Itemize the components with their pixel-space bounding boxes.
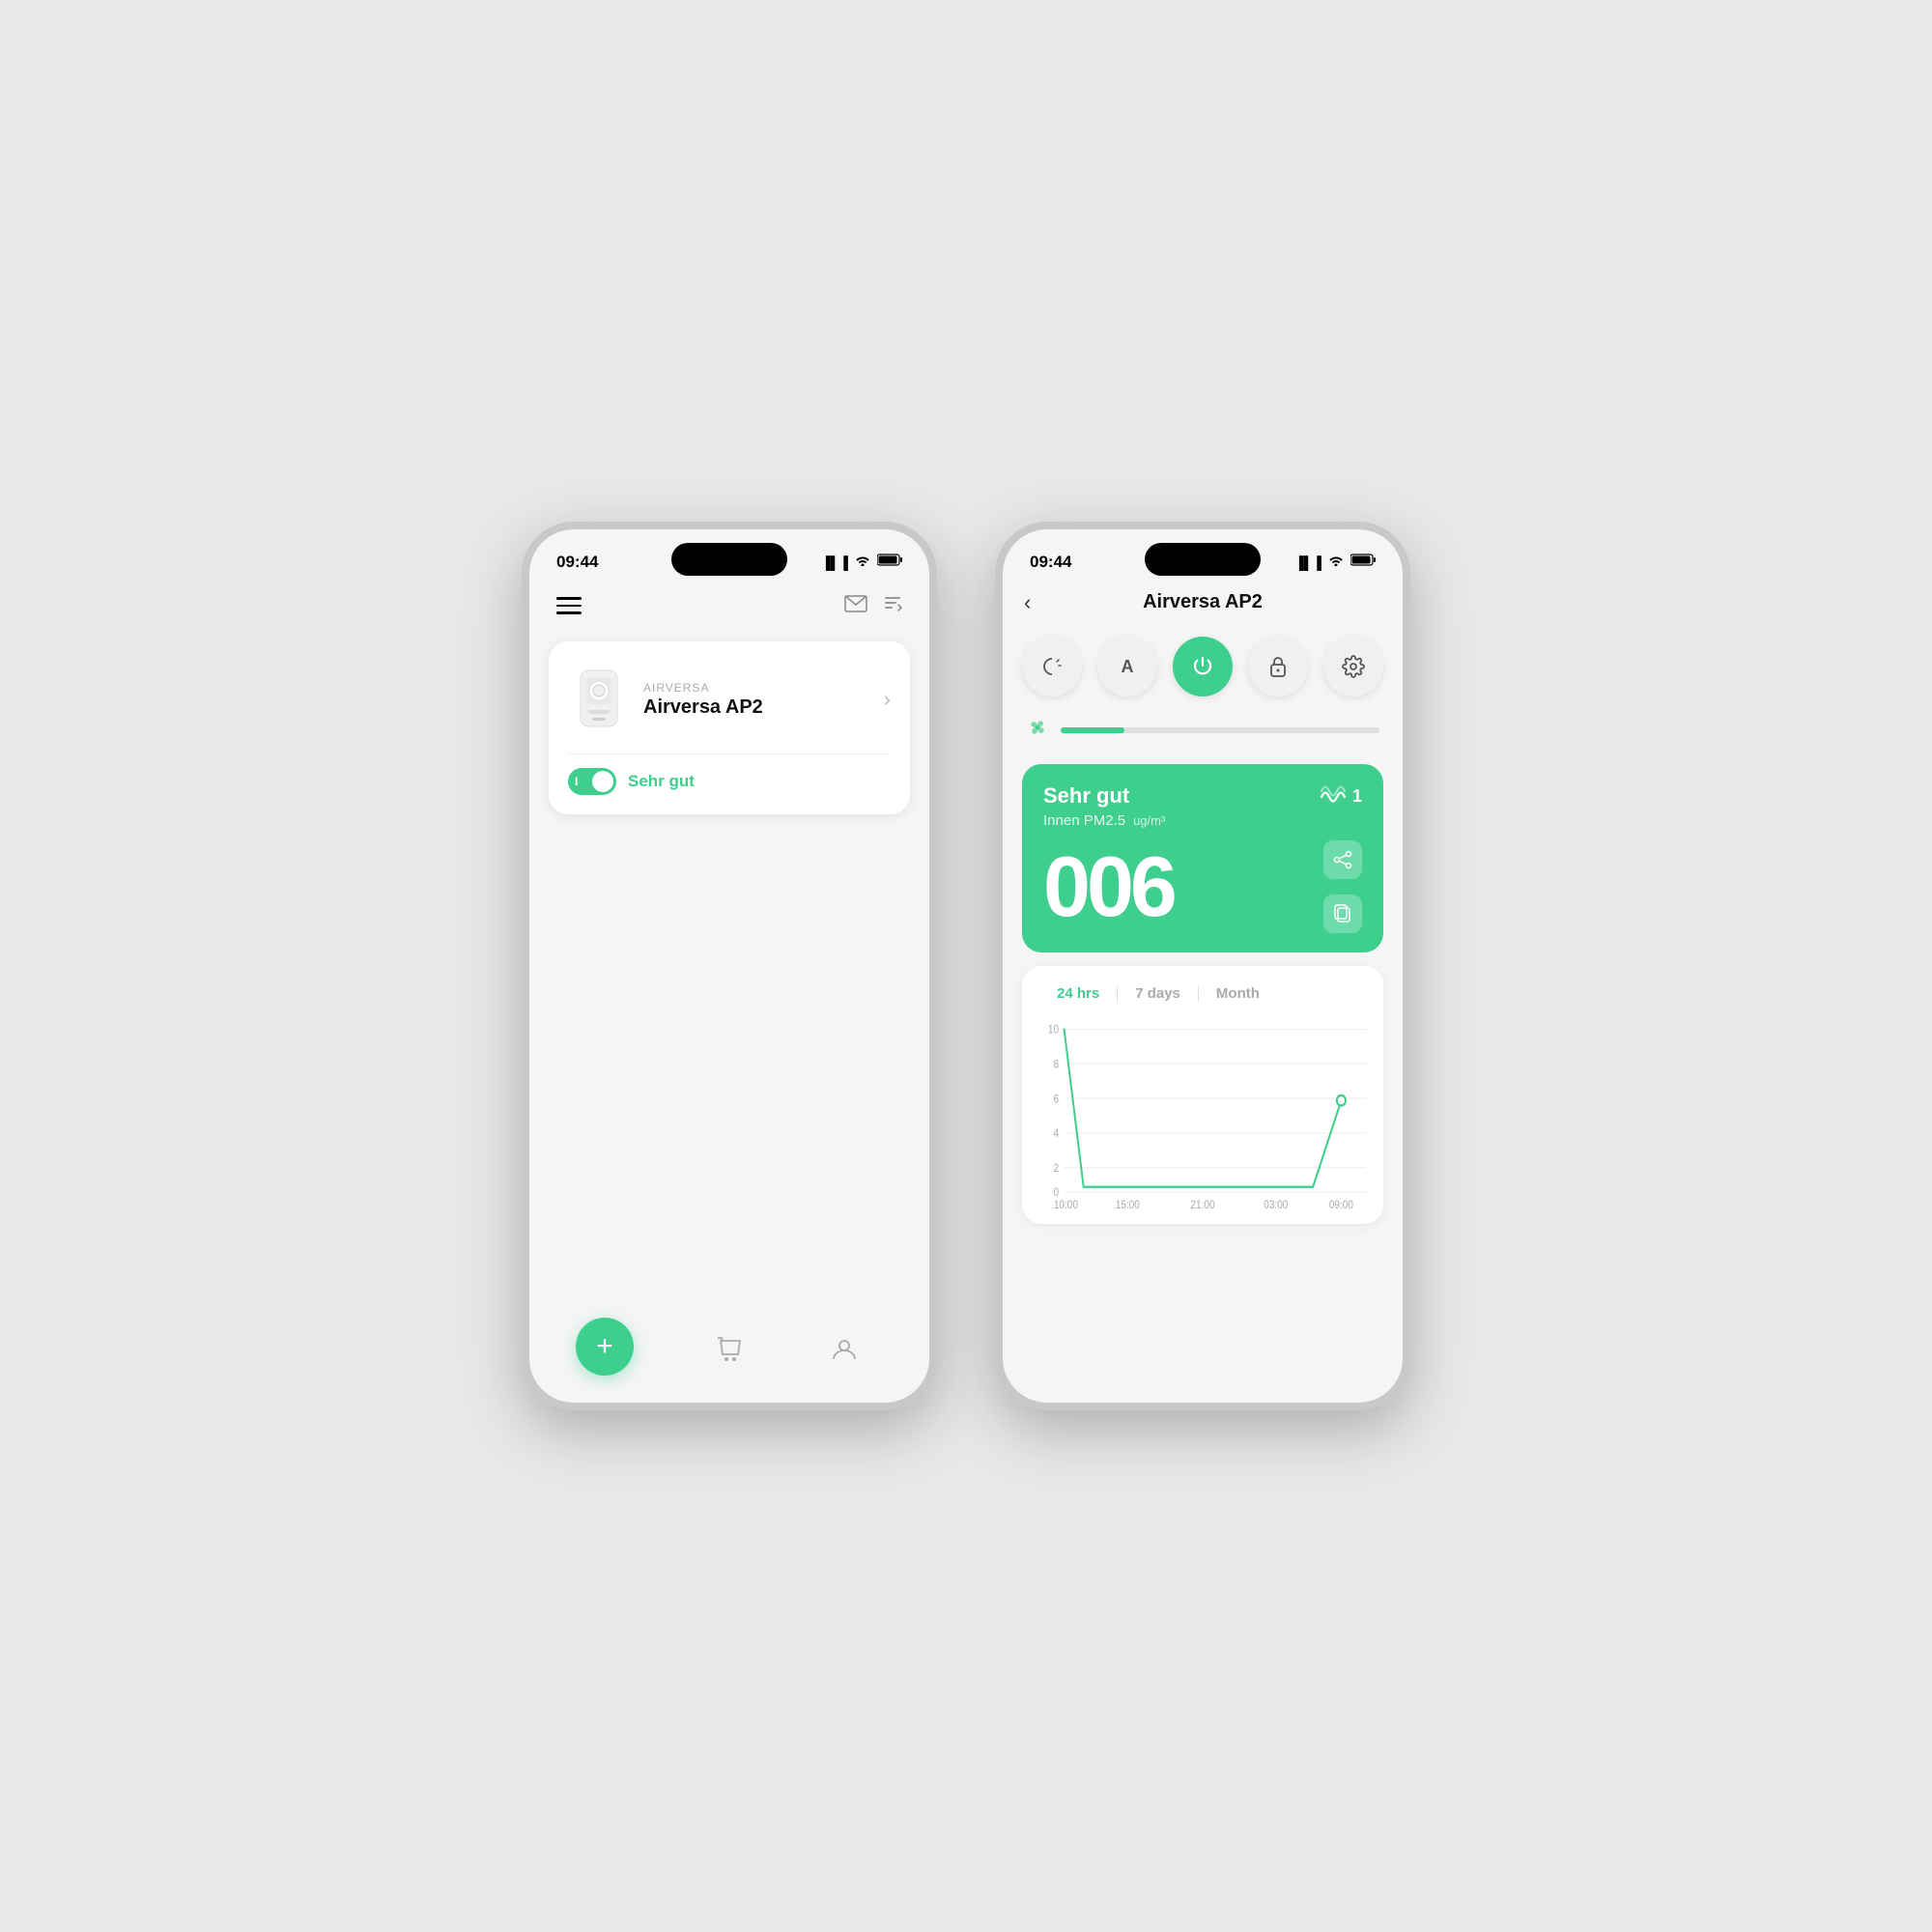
battery-icon: [877, 554, 902, 571]
dynamic-island-2: [1145, 543, 1261, 576]
aq-action-icons: [1323, 840, 1362, 933]
aq-big-value: 006: [1043, 844, 1174, 929]
aq-wave-num: 1: [1352, 786, 1362, 807]
device-card-bottom: I Sehr gut: [568, 753, 891, 795]
fab-add-button[interactable]: +: [576, 1318, 634, 1376]
auto-button[interactable]: A: [1097, 637, 1157, 696]
aq-status: Sehr gut: [1043, 783, 1165, 809]
nav-shop[interactable]: [717, 1337, 744, 1362]
fan-slider-row: [1003, 710, 1403, 758]
status-icons-1: ▐▌▐: [821, 554, 902, 571]
signal-icon-2: ▐▌▐: [1294, 555, 1321, 570]
hamburger-icon[interactable]: [556, 597, 582, 614]
wifi-icon-2: [1327, 554, 1345, 571]
tab-month[interactable]: Month: [1199, 981, 1277, 1006]
fan-speed-slider[interactable]: [1061, 727, 1379, 733]
fan-icon: [1026, 716, 1049, 745]
status-time-1: 09:44: [556, 553, 598, 572]
device-status-text: Sehr gut: [628, 772, 695, 791]
lock-button[interactable]: [1248, 637, 1308, 696]
svg-text:6: 6: [1054, 1094, 1060, 1106]
phone-2: 09:44 ▐▌▐ ‹ Airversa AP2: [995, 522, 1410, 1410]
svg-text:21:00: 21:00: [1190, 1199, 1214, 1211]
header-right-icons: [844, 593, 902, 618]
svg-text:8: 8: [1054, 1059, 1060, 1071]
battery-icon-2: [1350, 554, 1376, 571]
sort-icon[interactable]: [883, 593, 902, 618]
device-text: AIRVERSA Airversa AP2: [643, 681, 763, 719]
status-time-2: 09:44: [1030, 553, 1071, 572]
chart-area: 10 8 6 4 2 0: [1039, 1019, 1366, 1212]
phones-container: 09:44 ▐▌▐: [522, 522, 1410, 1410]
device-image: [568, 661, 630, 738]
status-icons-2: ▐▌▐: [1294, 554, 1376, 571]
signal-icon: ▐▌▐: [821, 555, 848, 570]
wave-icon: [1320, 783, 1347, 809]
dynamic-island-1: [671, 543, 787, 576]
device-name: Airversa AP2: [643, 696, 763, 719]
control-buttons: A: [1003, 627, 1403, 710]
svg-text:10:00: 10:00: [1054, 1199, 1078, 1211]
svg-text:0: 0: [1054, 1187, 1060, 1200]
copy-icon[interactable]: [1323, 895, 1362, 933]
aq-unit: ug/m³: [1133, 813, 1165, 828]
settings-button[interactable]: [1323, 637, 1383, 696]
tab-24hrs[interactable]: 24 hrs: [1039, 981, 1117, 1006]
wifi-icon: [854, 554, 871, 571]
aq-wave-row: 1: [1320, 783, 1362, 809]
bottom-nav: +: [529, 1316, 929, 1403]
aq-card: Sehr gut Innen PM2.5 ug/m³ 1 006: [1022, 764, 1383, 952]
envelope-icon[interactable]: [844, 593, 867, 618]
sleep-button[interactable]: [1022, 637, 1082, 696]
phone2-title: Airversa AP2: [1143, 591, 1263, 613]
chevron-right-icon[interactable]: ›: [884, 687, 891, 712]
svg-text:2: 2: [1054, 1162, 1060, 1175]
svg-text:10: 10: [1048, 1024, 1059, 1037]
svg-text:15:00: 15:00: [1116, 1199, 1140, 1211]
aq-label: Innen PM2.5: [1043, 812, 1125, 829]
chart-tabs: 24 hrs 7 days Month: [1039, 981, 1366, 1006]
svg-text:4: 4: [1054, 1127, 1060, 1140]
device-info: AIRVERSA Airversa AP2: [568, 661, 763, 738]
chart-card: 24 hrs 7 days Month: [1022, 966, 1383, 1224]
phone-1: 09:44 ▐▌▐: [522, 522, 937, 1410]
power-button[interactable]: [1173, 637, 1233, 696]
svg-text:03:00: 03:00: [1264, 1199, 1288, 1211]
phone1-header: [529, 582, 929, 634]
auto-label: A: [1122, 657, 1134, 677]
nav-profile[interactable]: [832, 1337, 857, 1362]
tab-7days[interactable]: 7 days: [1118, 981, 1198, 1006]
back-button[interactable]: ‹: [1024, 590, 1031, 615]
brand-label: AIRVERSA: [643, 681, 763, 695]
power-toggle[interactable]: I: [568, 768, 616, 795]
svg-text:09:00: 09:00: [1329, 1199, 1353, 1211]
share-icon[interactable]: [1323, 840, 1362, 879]
device-card[interactable]: AIRVERSA Airversa AP2 › I Sehr gut: [549, 641, 910, 814]
phone2-header: ‹ Airversa AP2: [1003, 582, 1403, 627]
plus-icon: +: [596, 1330, 613, 1363]
